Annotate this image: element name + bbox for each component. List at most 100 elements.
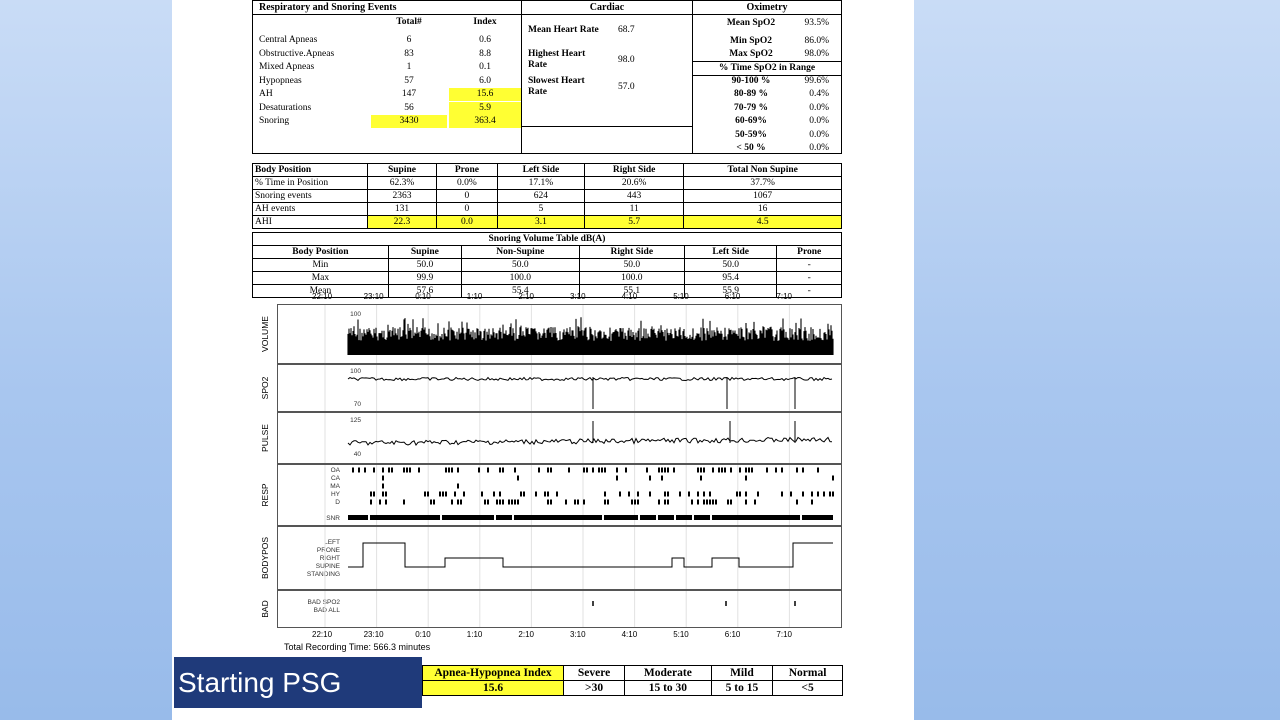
resp-events bbox=[324, 465, 834, 525]
mean-heart-rate-label: Mean Heart Rate bbox=[528, 25, 599, 35]
resp-event-mark bbox=[739, 467, 741, 473]
resp-event-mark bbox=[832, 475, 834, 481]
snr-gap bbox=[368, 515, 370, 520]
time-tick: 22:10 bbox=[312, 292, 333, 301]
snoring-volume-header-cell: Supine bbox=[387, 245, 462, 259]
resp-event-mark bbox=[667, 499, 669, 505]
spo2-range-label: 70-79 % bbox=[733, 102, 769, 113]
oximetry-title: Oximetry bbox=[693, 1, 841, 15]
resp-event-mark bbox=[604, 491, 606, 497]
resp-event-mark bbox=[370, 491, 372, 497]
bodypos-signal bbox=[348, 542, 833, 568]
resp-event-mark bbox=[457, 483, 459, 489]
resp-event-mark bbox=[724, 467, 726, 473]
body-position-cell: 5 bbox=[496, 202, 586, 216]
spo2-range-value: 0.0% bbox=[809, 116, 829, 127]
bodypos-panel: BODYPOS LEFT PRONE RIGHT SUPINE STANDING bbox=[260, 526, 842, 590]
resp-event-mark bbox=[745, 499, 747, 505]
body-position-header-cell: Left Side bbox=[496, 163, 586, 177]
resp-event-mark bbox=[703, 499, 705, 505]
resp-event-mark bbox=[700, 475, 702, 481]
body-position-header-cell: Total Non Supine bbox=[683, 163, 842, 177]
spo2-range-label: 60-69% bbox=[735, 116, 767, 127]
bad-axis-label: BAD bbox=[256, 591, 274, 627]
resp-event-mark bbox=[766, 467, 768, 473]
resp-event-mark bbox=[514, 467, 516, 473]
resp-event-mark bbox=[565, 499, 567, 505]
slowest-heart-rate-label: Slowest Heart Rate bbox=[528, 76, 608, 98]
resp-event-mark bbox=[673, 467, 675, 473]
body-position-cell: 0 bbox=[435, 189, 498, 203]
body-position-body: % Time in Position 62.3% 0.0% 17.1% 20.6% 37.… bbox=[252, 176, 842, 229]
resp-event-mark bbox=[463, 491, 465, 497]
resp-event-mark bbox=[745, 467, 747, 473]
snr-gap bbox=[440, 515, 442, 520]
respiratory-row: Central Apneas 6 0.6 bbox=[253, 34, 521, 47]
snoring-volume-header-cell: Left Side bbox=[683, 245, 778, 259]
resp-event-mark bbox=[517, 475, 519, 481]
respiratory-row-label: Obstructive.Apneas bbox=[259, 48, 335, 59]
resp-event-mark bbox=[388, 467, 390, 473]
resp-event-mark bbox=[517, 499, 519, 505]
resp-event-mark bbox=[679, 491, 681, 497]
spo2-signal bbox=[347, 376, 833, 382]
resp-event-mark bbox=[385, 491, 387, 497]
resp-event-mark bbox=[364, 467, 366, 473]
snoring-volume-cell: Min bbox=[252, 258, 389, 272]
resp-event-mark bbox=[592, 467, 594, 473]
min-spo2-value: 86.0% bbox=[804, 36, 829, 46]
ahi-category-label: Mild bbox=[710, 665, 774, 681]
resp-event-mark bbox=[664, 467, 666, 473]
ahi-category-range: 15 to 30 bbox=[624, 680, 712, 696]
pulse-signal bbox=[347, 436, 833, 446]
resp-event-mark bbox=[556, 491, 558, 497]
ahi-summary-values: 15.6 >30 15 to 30 5 to 15 <5 bbox=[422, 680, 843, 696]
resp-event-mark bbox=[439, 491, 441, 497]
snoring-volume-cell: 100.0 bbox=[460, 271, 580, 285]
resp-event-mark bbox=[445, 467, 447, 473]
col-index: Index bbox=[473, 17, 497, 27]
ahi-summary-labels: Apnea-Hypopnea Index Severe Moderate Mild No… bbox=[422, 665, 843, 681]
respiratory-row: Desaturations 56 5.9 bbox=[253, 101, 521, 115]
body-position-row: AHI 22.3 0.0 3.1 5.7 4.5 bbox=[252, 215, 842, 229]
resp-event-mark bbox=[430, 499, 432, 505]
spo2-axis-label: SPO2 bbox=[256, 365, 274, 411]
resp-event-mark bbox=[658, 499, 660, 505]
resp-event-mark bbox=[547, 499, 549, 505]
resp-event-mark bbox=[634, 499, 636, 505]
pulse-axis-label: PULSE bbox=[256, 413, 274, 463]
resp-event-mark bbox=[709, 499, 711, 505]
snoring-volume-title: Snoring Volume Table dB(A) bbox=[252, 232, 842, 246]
bodypos-label: BODYPOS bbox=[260, 536, 270, 580]
snoring-volume-cell: - bbox=[776, 258, 842, 272]
ahi-category-label: Normal bbox=[772, 665, 843, 681]
body-position-header-cell: Body Position bbox=[252, 163, 368, 177]
resp-event-mark bbox=[484, 499, 486, 505]
snoring-volume-header-cell: Right Side bbox=[578, 245, 685, 259]
volume-trace bbox=[324, 305, 834, 363]
time-tick: 3:10 bbox=[570, 630, 586, 639]
time-tick: 1:10 bbox=[466, 292, 483, 301]
snr-gap bbox=[638, 515, 640, 520]
respiratory-row-label: Mixed Apneas bbox=[259, 62, 315, 72]
resp-event-mark bbox=[403, 467, 405, 473]
body-position-cell: AH events bbox=[252, 202, 368, 216]
resp-event-mark bbox=[775, 467, 777, 473]
snr-gap bbox=[710, 515, 712, 520]
cardiac-block: Cardiac Mean Heart Rate 68.7 Highest Hea… bbox=[521, 0, 693, 154]
resp-panel: RESP OA CA MA HY D SNR bbox=[260, 464, 842, 526]
resp-event-mark bbox=[811, 491, 813, 497]
resp-event-mark bbox=[451, 499, 453, 505]
resp-event-mark bbox=[637, 491, 639, 497]
respiratory-row-index: 363.4 bbox=[449, 115, 521, 128]
respiratory-row-total: 3430 bbox=[371, 115, 447, 128]
time-tick: 6:10 bbox=[724, 292, 741, 301]
resp-event-mark bbox=[706, 499, 708, 505]
pulse-trace bbox=[324, 413, 833, 463]
resp-event-mark bbox=[391, 467, 393, 473]
mean-spo2-value: 93.5% bbox=[804, 18, 829, 28]
highest-label-line2: Rate bbox=[528, 60, 547, 70]
resp-event-mark bbox=[406, 467, 408, 473]
body-position-cell: AHI bbox=[252, 215, 368, 229]
body-position-cell: 4.5 bbox=[683, 215, 842, 229]
